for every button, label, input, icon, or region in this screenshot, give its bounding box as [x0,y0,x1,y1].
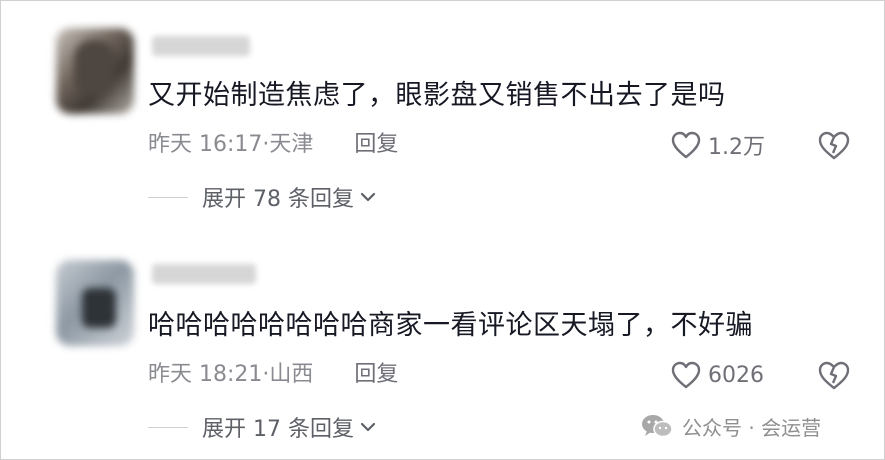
avatar[interactable] [56,260,134,346]
heart-outline-icon [671,361,701,389]
reply-button[interactable]: 回复 [354,362,398,387]
expand-replies-label: 展开 17 条回复 [202,417,354,442]
like-button[interactable]: 1.2万 [670,128,765,162]
comment-time: 昨天 18:21 [148,362,263,387]
expand-replies-button[interactable]: 展开 17 条回复 [148,412,376,442]
chevron-down-icon [360,192,376,202]
comment-text: 又开始制造焦虑了，眼影盘又销售不出去了是吗 [148,80,726,111]
comment-time: 昨天 16:17 [148,132,263,157]
comment-location: 天津 [269,132,314,157]
comment-location: 山西 [269,362,314,387]
watermark: 公众号 · 会运营 [640,410,821,442]
divider-line [148,196,188,198]
like-button[interactable]: 6026 [670,358,764,392]
comment-text: 哈哈哈哈哈哈哈哈商家一看评论区天塌了，不好骗 [148,310,753,341]
chevron-down-icon [360,422,376,432]
like-count: 6026 [708,362,764,388]
wechat-icon [642,415,673,438]
dislike-button[interactable] [817,359,851,395]
username-blurred[interactable] [152,264,256,284]
username-blurred[interactable] [152,36,250,56]
watermark-text: 公众号 · 会运营 [682,415,822,440]
reply-button[interactable]: 回复 [354,132,398,157]
heart-outline-icon [671,131,701,159]
expand-replies-label: 展开 78 条回复 [202,187,354,212]
dislike-button[interactable] [817,129,851,165]
expand-replies-button[interactable]: 展开 78 条回复 [148,182,376,212]
broken-heart-icon [818,361,850,390]
avatar[interactable] [56,28,134,114]
broken-heart-icon [818,131,850,160]
comment-meta: 昨天 18:21·山西 回复 [148,360,398,390]
comment-meta: 昨天 16:17·天津 回复 [148,130,398,160]
like-count: 1.2万 [708,135,765,160]
divider-line [148,426,188,428]
